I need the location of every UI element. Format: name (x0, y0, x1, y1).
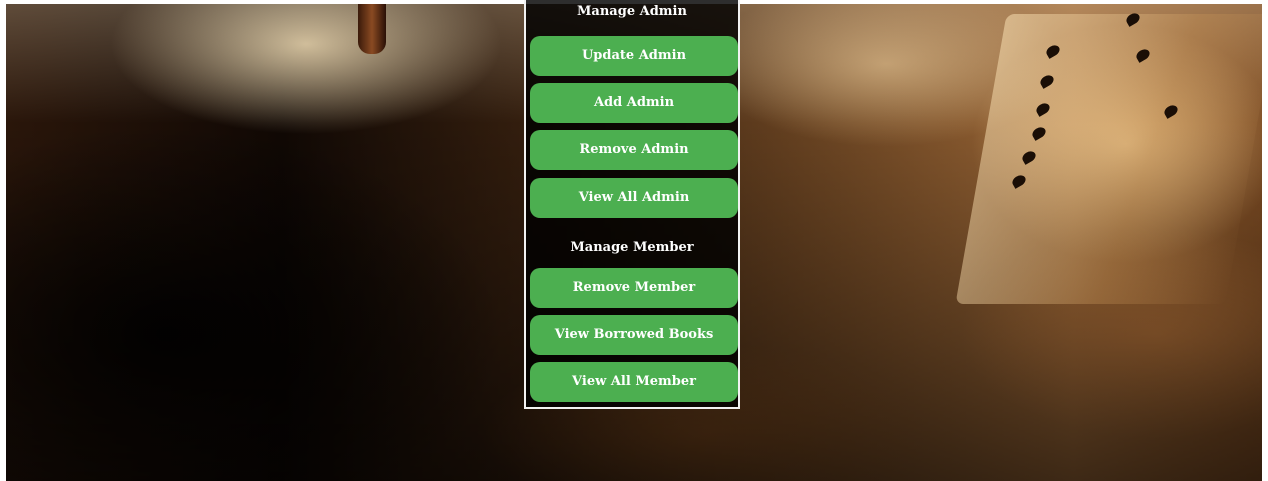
admin-menu-panel: Manage Admin Update Admin Add Admin Remo… (524, 0, 740, 409)
view-all-member-button[interactable]: View All Member (530, 362, 738, 402)
manage-member-heading: Manage Member (570, 240, 694, 255)
add-admin-button[interactable]: Add Admin (530, 83, 738, 123)
view-all-admin-button[interactable]: View All Admin (530, 178, 738, 218)
remove-admin-button[interactable]: Remove Admin (530, 130, 738, 170)
book-spine-decoration (955, 14, 1262, 304)
pen-decoration (358, 4, 386, 54)
view-borrowed-books-button[interactable]: View Borrowed Books (530, 315, 738, 355)
update-admin-button[interactable]: Update Admin (530, 36, 738, 76)
manage-admin-heading: Manage Admin (577, 4, 687, 19)
remove-member-button[interactable]: Remove Member (530, 268, 738, 308)
